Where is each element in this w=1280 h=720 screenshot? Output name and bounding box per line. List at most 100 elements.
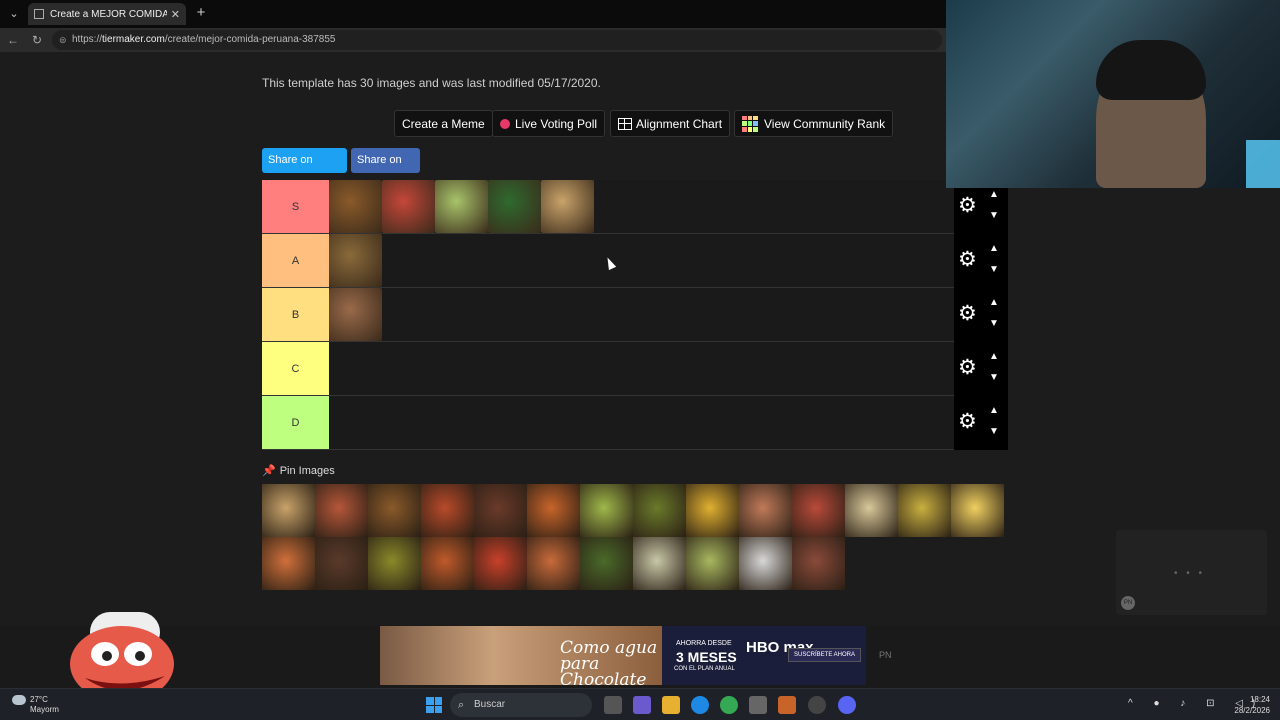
start-windows-icon[interactable] <box>426 697 442 713</box>
tier-items[interactable] <box>329 234 1008 287</box>
chevron-up-icon[interactable]: ▲ <box>989 405 999 416</box>
chevron-up-icon[interactable]: ▲ <box>989 297 999 308</box>
pool-food-image[interactable] <box>686 484 739 537</box>
pool-food-image[interactable] <box>580 537 633 590</box>
reload-icon[interactable]: ↻ <box>28 31 46 49</box>
chevron-down-icon[interactable]: ▼ <box>989 318 999 329</box>
food-image[interactable] <box>329 234 382 287</box>
gear-icon[interactable]: ⚙ <box>958 195 977 217</box>
chevron-up-icon[interactable]: ▲ <box>989 351 999 362</box>
pool-food-image[interactable] <box>474 484 527 537</box>
taskbar-search[interactable]: ⌕ Buscar <box>450 693 592 717</box>
tier-label[interactable]: D <box>262 396 329 449</box>
gear-icon[interactable]: ⚙ <box>958 303 977 325</box>
chevron-down-icon[interactable]: ▼ <box>989 210 999 221</box>
alignment-chart-label: Alignment Chart <box>636 116 723 131</box>
tier-items[interactable] <box>329 180 1008 233</box>
new-tab-button[interactable]: + <box>193 4 209 22</box>
streamer-hair <box>1096 40 1206 100</box>
share-twitter-button[interactable]: Share on Twitter <box>262 148 347 191</box>
ad-banner[interactable]: Como agua para Chocolate AHORRA DESDE 3 … <box>380 626 866 689</box>
view-community-rank-button[interactable]: View Community Rank <box>734 110 894 137</box>
ad-line-1: AHORRA DESDE <box>676 640 732 647</box>
pool-food-image[interactable] <box>845 484 898 537</box>
share-fb-button[interactable]: Share on FB <box>351 148 420 191</box>
ad-cta-button[interactable]: SUSCRÍBETE AHORA <box>788 648 862 662</box>
pool-food-image[interactable] <box>368 484 421 537</box>
pool-food-image[interactable] <box>527 484 580 537</box>
chevron-down-icon[interactable]: ▼ <box>989 264 999 275</box>
pool-food-image[interactable] <box>262 484 315 537</box>
pool-food-image[interactable] <box>739 484 792 537</box>
pool-food-image[interactable] <box>421 537 474 590</box>
app-2-icon[interactable] <box>808 696 826 714</box>
app-icon[interactable] <box>778 696 796 714</box>
template-info-text: This template has 30 images and was last… <box>262 76 601 90</box>
browser-tab[interactable]: Create a MEJOR COMIDA PERUANA ✕ <box>28 3 186 25</box>
tier-label[interactable]: C <box>262 342 329 395</box>
tier-list: S ⚙ ▲ ▼ A ⚙ ▲ ▼ B ⚙ ▲ ▼ C ⚙ ▲ ▼ D ⚙ ▲ ▼ <box>262 180 1008 450</box>
side-ad-placeholder: • • • PN <box>1116 530 1267 615</box>
pool-food-image[interactable] <box>739 537 792 590</box>
pool-food-image[interactable] <box>792 537 845 590</box>
pool-food-image[interactable] <box>898 484 951 537</box>
gear-icon[interactable]: ⚙ <box>958 411 977 433</box>
ad-image: Como agua para Chocolate <box>380 626 662 689</box>
chevron-up-icon[interactable]: ▲ <box>989 243 999 254</box>
url-field[interactable]: ⊜ https://tiermaker.com/create/mejor-com… <box>52 30 942 50</box>
pool-food-image[interactable] <box>633 537 686 590</box>
tier-label[interactable]: B <box>262 288 329 341</box>
pool-food-image[interactable] <box>315 484 368 537</box>
pool-food-image[interactable] <box>262 537 315 590</box>
grid-icon <box>618 117 632 130</box>
ad-offer: AHORRA DESDE 3 MESES CON EL PLAN ANUAL H… <box>662 626 866 685</box>
pool-food-image[interactable] <box>633 484 686 537</box>
tier-label[interactable]: A <box>262 234 329 287</box>
tier-label[interactable]: S <box>262 180 329 233</box>
chrome-icon[interactable] <box>720 696 738 714</box>
tier-items[interactable] <box>329 396 1008 449</box>
task-view-icon[interactable] <box>604 696 622 714</box>
food-image[interactable] <box>382 180 435 233</box>
pool-food-image[interactable] <box>421 484 474 537</box>
gear-icon[interactable]: ⚙ <box>958 357 977 379</box>
gear-icon[interactable]: ⚙ <box>958 249 977 271</box>
site-info-icon[interactable]: ⊜ <box>59 30 67 50</box>
tier-row: C ⚙ ▲ ▼ <box>262 342 1008 396</box>
chevron-down-icon[interactable]: ▼ <box>989 426 999 437</box>
tier-items[interactable] <box>329 288 1008 341</box>
edge-icon[interactable] <box>691 696 709 714</box>
live-voting-poll-button[interactable]: Live Voting Poll <box>492 110 606 137</box>
tier-controls: ⚙ ▲ ▼ <box>954 342 1008 396</box>
food-image[interactable] <box>329 180 382 233</box>
clock[interactable]: 18:24 28/2/2026 <box>1234 694 1270 716</box>
chevron-up-icon[interactable]: ▲ <box>989 189 999 200</box>
food-image[interactable] <box>541 180 594 233</box>
food-image[interactable] <box>435 180 488 233</box>
pool-food-image[interactable] <box>686 537 739 590</box>
url-path: /create/mejor-comida-peruana-387855 <box>164 34 336 45</box>
pool-food-image[interactable] <box>315 537 368 590</box>
weather-widget[interactable]: 27°C Mayorm <box>12 695 59 714</box>
create-meme-button[interactable]: Create a Meme <box>394 110 493 137</box>
file-explorer-icon[interactable] <box>662 696 680 714</box>
pool-food-image[interactable] <box>368 537 421 590</box>
chevron-down-icon[interactable]: ⌄ <box>4 4 24 24</box>
copilot-icon[interactable] <box>633 696 651 714</box>
pool-food-image[interactable] <box>474 537 527 590</box>
alignment-chart-button[interactable]: Alignment Chart <box>610 110 731 137</box>
discord-icon[interactable] <box>838 696 856 714</box>
food-image[interactable] <box>488 180 541 233</box>
pn-label: PN <box>879 650 892 660</box>
pool-food-image[interactable] <box>792 484 845 537</box>
tier-items[interactable] <box>329 342 1008 395</box>
pool-food-image[interactable] <box>580 484 633 537</box>
store-icon[interactable] <box>749 696 767 714</box>
back-icon[interactable]: ← <box>4 31 22 49</box>
chevron-down-icon[interactable]: ▼ <box>989 372 999 383</box>
pool-food-image[interactable] <box>951 484 1004 537</box>
pool-food-image[interactable] <box>527 537 580 590</box>
food-image[interactable] <box>329 288 382 341</box>
pin-images-toggle[interactable]: 📌 Pin Images <box>262 464 335 477</box>
close-tab-icon[interactable]: ✕ <box>171 8 180 21</box>
